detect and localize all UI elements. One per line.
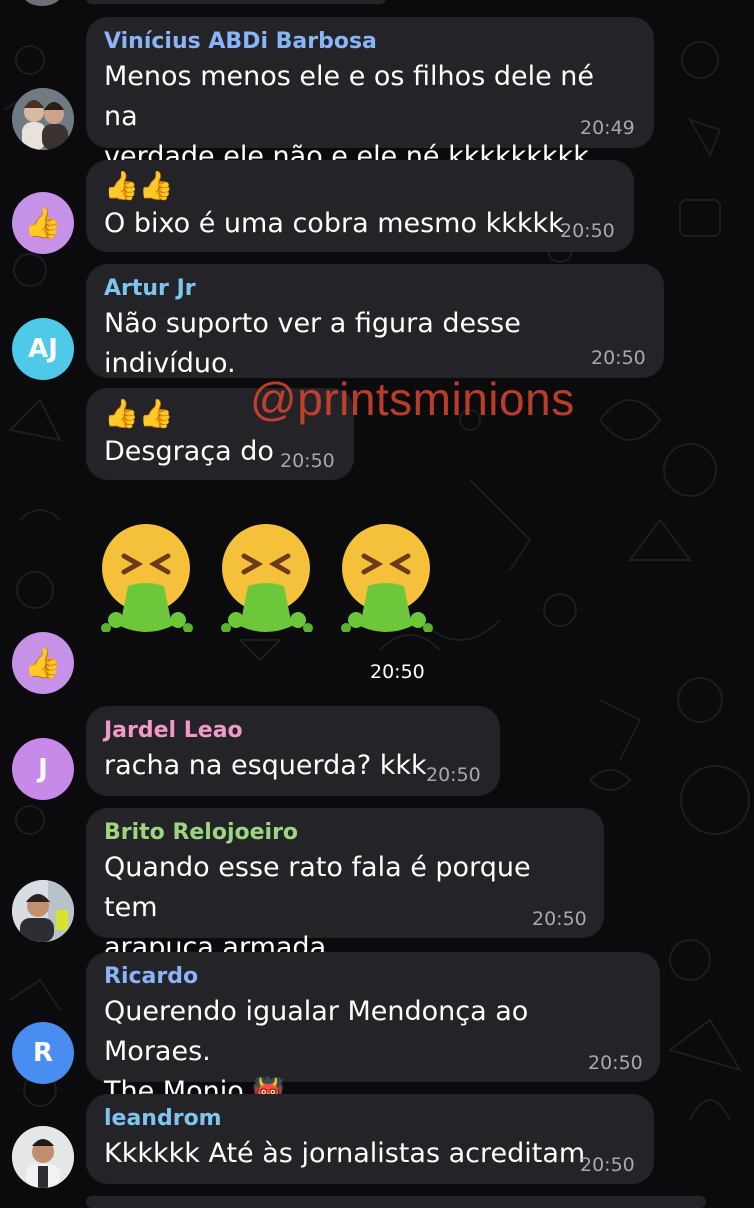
sender-name[interactable]: leandrom (104, 1104, 636, 1134)
sender-name[interactable]: Ricardo (104, 962, 642, 992)
watermark: @printsminions (250, 373, 575, 425)
message-bubble[interactable]: Ricardo Querendo igualar Mendonça ao Mor… (86, 952, 660, 1107)
avatar-initials: R (32, 1038, 54, 1068)
emoji-reaction: 👍👍 (104, 169, 174, 202)
message-bubble[interactable]: Artur Jr Não suporto ver a figura desse … (86, 264, 664, 379)
message-text: Menos menos ele e os filhos dele né na v… (104, 57, 636, 177)
thumbs-up-icon: 👍 (24, 205, 62, 241)
vomit-emoji-icon[interactable] (214, 520, 318, 633)
message-time: 20:50 (560, 220, 615, 242)
thumbs-up-icon: 👍 (24, 645, 62, 681)
avatar[interactable] (12, 880, 74, 942)
photo-man2-icon (12, 1126, 74, 1188)
message-time: 20:50 (426, 764, 481, 786)
message-line: Querendo igualar Mendonça ao Moraes. (104, 996, 529, 1067)
sender-name[interactable]: Brito Relojoeiro (104, 818, 586, 848)
message-bubble[interactable]: 👍👍 O bixo é uma cobra mesmo kkkkk 20:50 (86, 160, 634, 252)
avatar[interactable]: 👍 (12, 192, 74, 254)
message-line: Quando esse rato fala é porque tem (104, 852, 531, 923)
message-time: 20:50 (588, 1052, 643, 1074)
avatar[interactable]: 👍 (12, 632, 74, 694)
message-bubble[interactable]: Brito Relojoeiro Quando esse rato fala é… (86, 808, 604, 963)
avatar[interactable]: J (12, 738, 74, 800)
message-bubble[interactable]: leandrom Kkkkkk Até às jornalistas acred… (86, 1094, 654, 1184)
avatar-initials: J (38, 754, 48, 784)
message-text: Kkkkkk Até às jornalistas acreditam (104, 1138, 586, 1169)
message-time: 20:50 (370, 661, 425, 683)
message-text: Quando esse rato fala é porque tem arapu… (104, 848, 586, 968)
sender-name[interactable]: Artur Jr (104, 274, 646, 304)
message-time: 20:49 (580, 117, 635, 139)
avatar[interactable]: AJ (12, 318, 74, 380)
message-text: O bixo é uma cobra mesmo kkkkk (104, 208, 564, 239)
avatar-initials: AJ (28, 334, 58, 364)
message-time: 20:50 (280, 450, 335, 472)
vomit-emoji-icon[interactable] (94, 520, 198, 633)
photo-man-icon (12, 880, 74, 942)
photo-couple-icon (12, 88, 74, 150)
message-bubble[interactable]: Jardel Leao racha na esquerda? kkk 20:50 (86, 706, 500, 796)
avatar[interactable] (12, 88, 74, 150)
next-message-partial (86, 1196, 706, 1208)
avatar[interactable] (12, 1126, 74, 1188)
avatar[interactable]: R (12, 1022, 74, 1084)
message-time: 20:50 (532, 908, 587, 930)
message-line: Menos menos ele e os filhos dele né na (104, 61, 595, 132)
sender-name[interactable]: Jardel Leao (104, 716, 482, 746)
message-bubble[interactable]: Vinícius ABDi Barbosa Menos menos ele e … (86, 17, 654, 172)
message-time: 20:50 (580, 1154, 635, 1176)
sender-name[interactable]: Vinícius ABDi Barbosa (104, 27, 636, 57)
message-list: Vinícius ABDi Barbosa Menos menos ele e … (0, 0, 754, 1208)
message-time: 20:50 (591, 347, 646, 369)
vomit-emoji-icon[interactable] (334, 520, 438, 633)
